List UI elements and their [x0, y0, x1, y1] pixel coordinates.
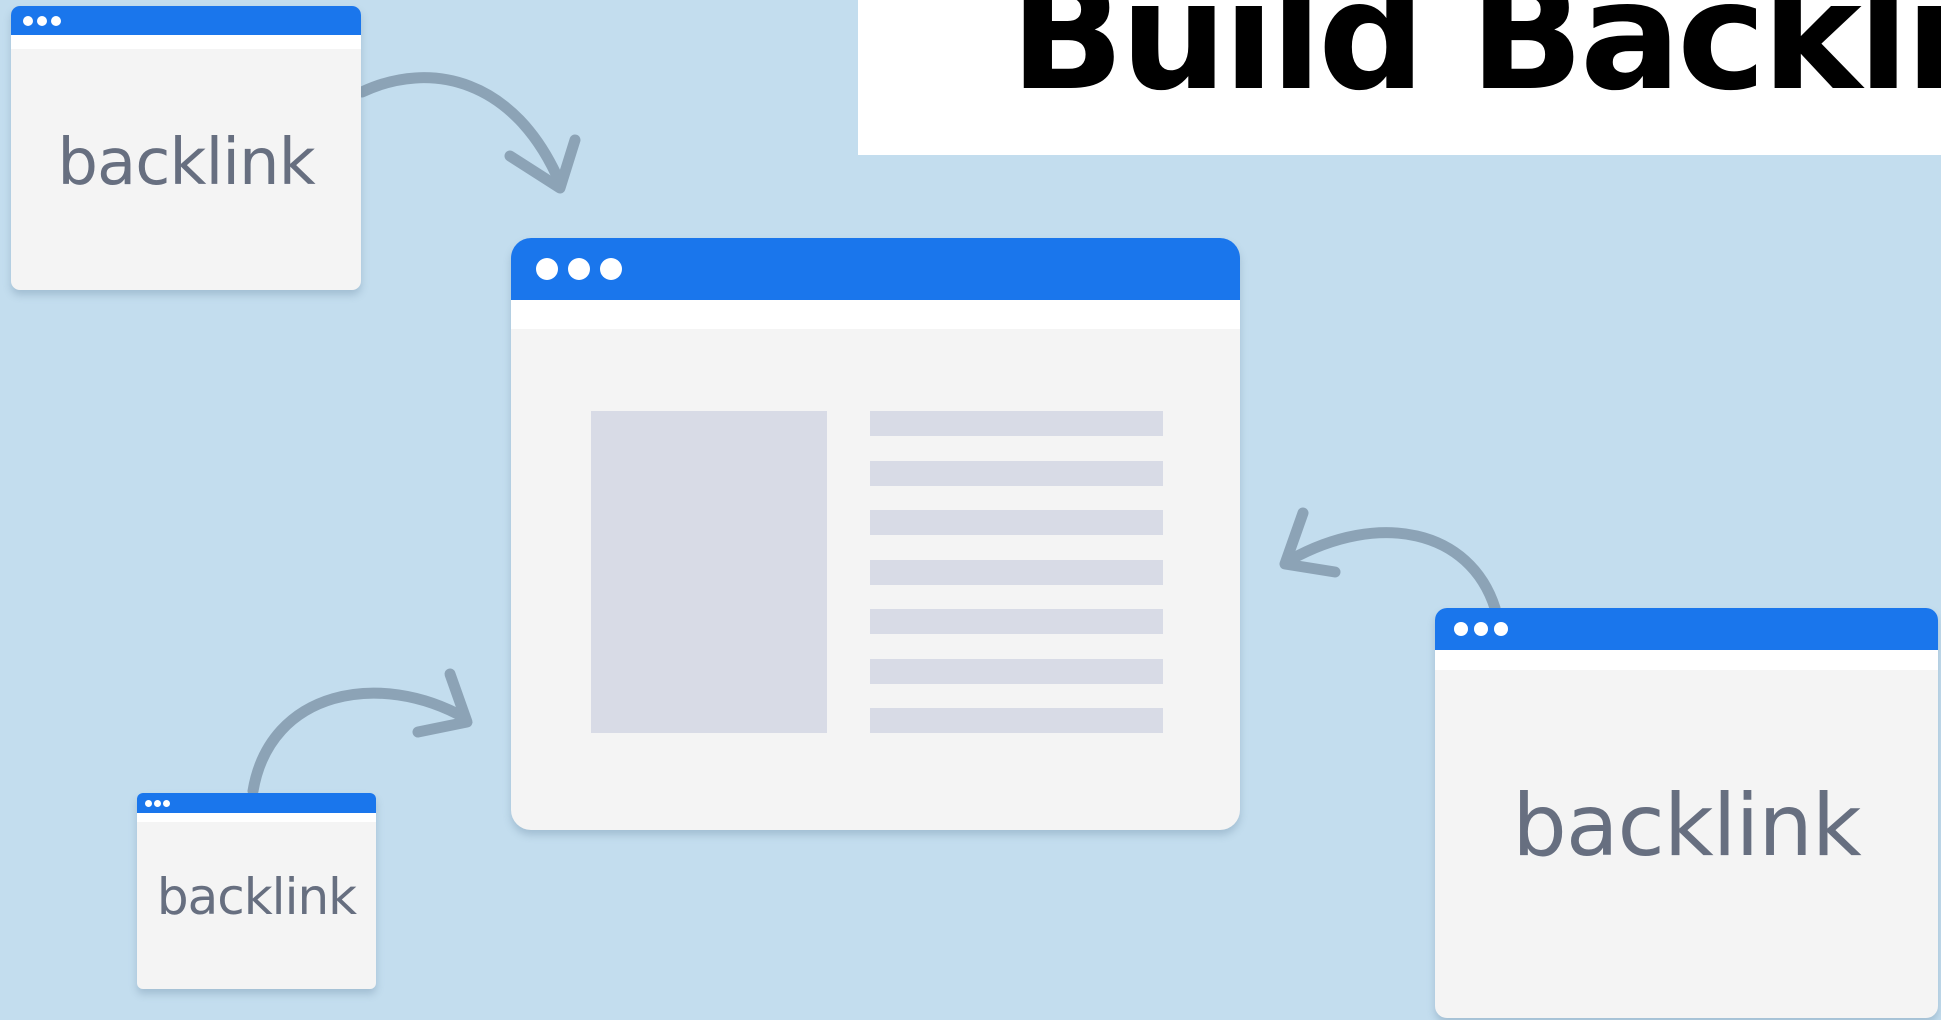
text-line-placeholder	[870, 708, 1163, 733]
text-line-placeholder	[870, 411, 1163, 436]
window-dot-icon	[145, 800, 152, 807]
window-titlebar	[511, 238, 1240, 300]
text-line-placeholder	[870, 609, 1163, 634]
backlink-window-bottom-left: backlink	[137, 793, 376, 989]
window-dot-icon	[1454, 622, 1468, 636]
backlink-window-top-left: backlink	[11, 6, 361, 290]
arrow-top-left	[356, 72, 581, 194]
arrow-top-left-head	[504, 134, 581, 194]
window-dot-icon	[51, 16, 61, 26]
window-dot-icon	[1494, 622, 1508, 636]
title-banner: Build Backlinks	[858, 0, 1941, 155]
backlink-label: backlink	[57, 126, 315, 200]
main-website-window	[511, 238, 1240, 830]
window-dot-icon	[568, 258, 590, 280]
window-dot-icon	[600, 258, 622, 280]
image-placeholder	[591, 411, 827, 733]
window-address-strip	[137, 813, 376, 822]
window-dot-icon	[1474, 622, 1488, 636]
arrow-right	[1279, 507, 1501, 614]
window-address-strip	[1435, 650, 1938, 670]
text-line-placeholder	[870, 659, 1163, 684]
arrow-right-curve	[1284, 527, 1501, 614]
text-line-placeholder	[870, 510, 1163, 535]
text-line-placeholder	[870, 560, 1163, 585]
arrow-bottom-left-curve	[247, 687, 471, 797]
window-dot-icon	[154, 800, 161, 807]
window-titlebar	[1435, 608, 1938, 650]
arrow-bottom-left	[247, 668, 473, 797]
window-address-strip	[11, 35, 361, 49]
window-titlebar	[11, 6, 361, 35]
page-title: Build Backlinks	[1010, 0, 1941, 124]
window-dot-icon	[23, 16, 33, 26]
window-dot-icon	[37, 16, 47, 26]
backlink-window-right: backlink	[1435, 608, 1938, 1018]
window-address-strip	[511, 300, 1240, 329]
window-dot-icon	[163, 800, 170, 807]
window-titlebar	[137, 793, 376, 813]
backlink-label: backlink	[156, 868, 357, 926]
text-line-placeholder	[870, 461, 1163, 486]
backlink-label: backlink	[1512, 776, 1861, 876]
arrow-top-left-curve	[356, 72, 566, 189]
window-dot-icon	[536, 258, 558, 280]
arrow-right-head	[1279, 507, 1341, 578]
arrow-bottom-left-head	[412, 668, 473, 738]
